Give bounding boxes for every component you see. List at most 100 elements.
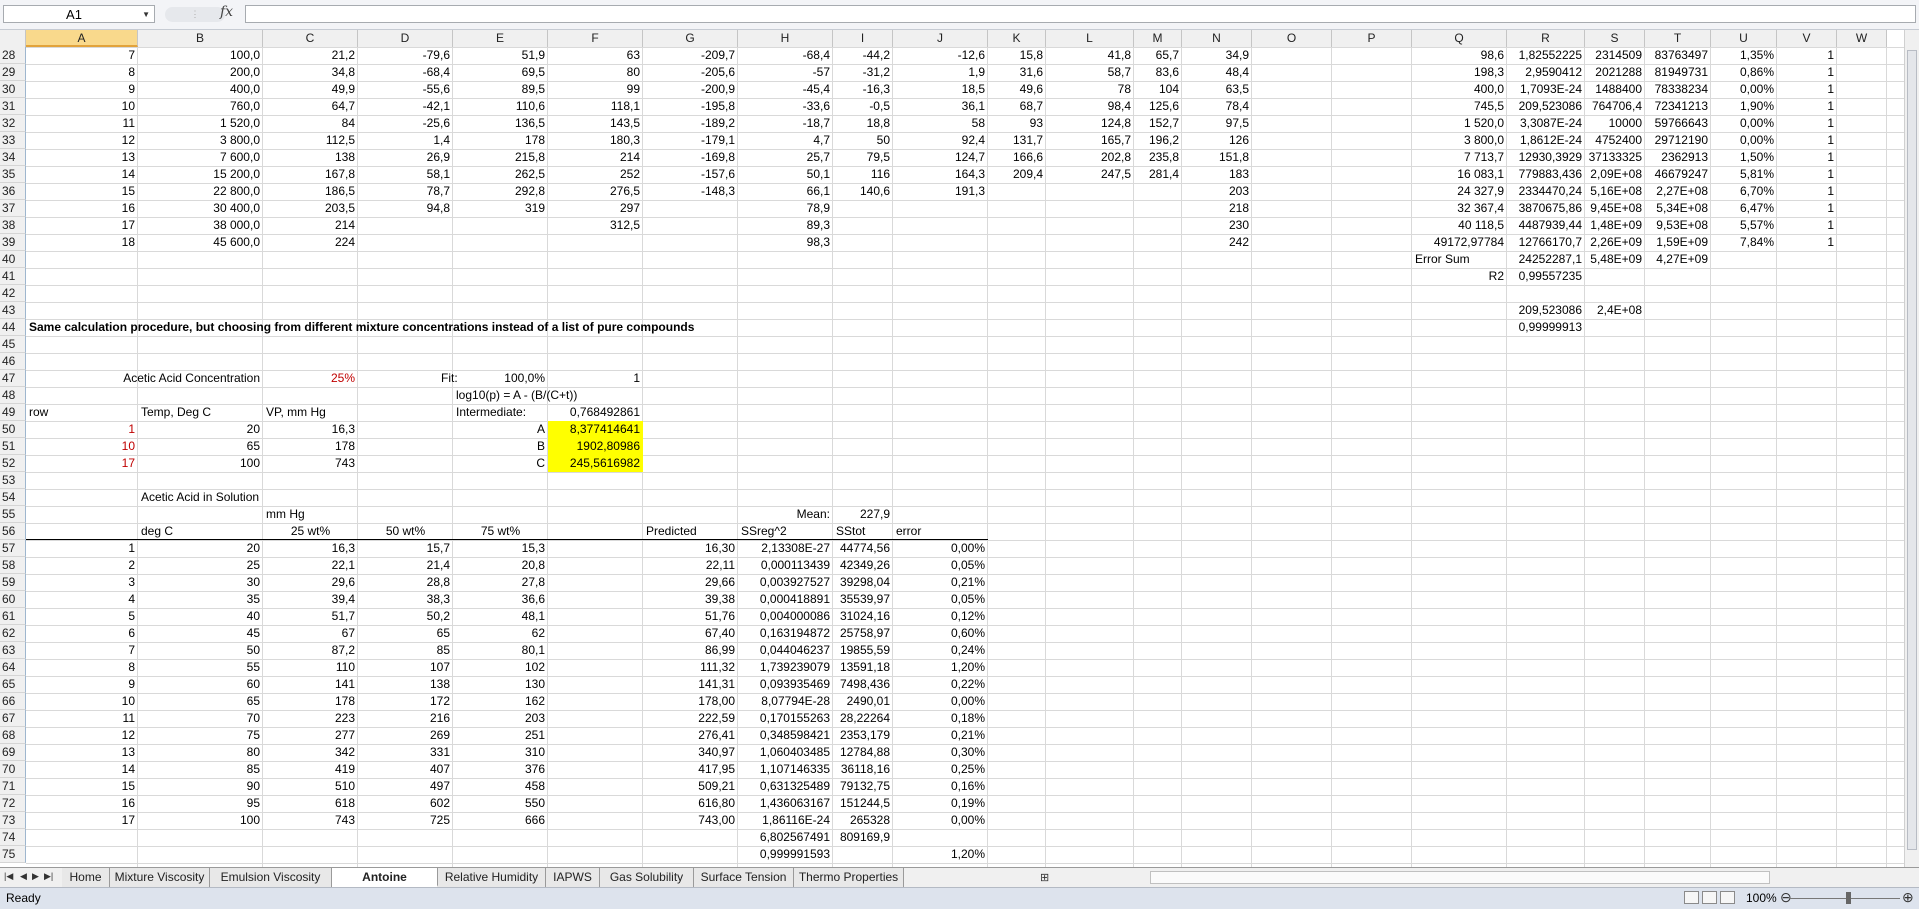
- pick-temp[interactable]: 65: [138, 438, 263, 455]
- data-cell[interactable]: 84: [263, 115, 358, 132]
- table-cell[interactable]: 55: [138, 659, 263, 676]
- data-cell[interactable]: 116: [833, 166, 893, 183]
- table-cell[interactable]: 40: [138, 608, 263, 625]
- data-cell[interactable]: -18,7: [738, 115, 833, 132]
- row-header-54[interactable]: 54: [0, 489, 26, 506]
- data-cell[interactable]: 58: [893, 115, 988, 132]
- table-cell[interactable]: 10: [26, 693, 138, 710]
- table-cell[interactable]: 4: [26, 591, 138, 608]
- data-cell[interactable]: 2,27E+08: [1645, 183, 1711, 200]
- horizontal-scrollbar[interactable]: [1150, 871, 1770, 884]
- data-cell[interactable]: 80: [548, 64, 643, 81]
- data-cell[interactable]: 191,3: [893, 183, 988, 200]
- data-cell[interactable]: 183: [1182, 166, 1252, 183]
- data-cell[interactable]: 49,6: [988, 81, 1046, 98]
- data-cell[interactable]: 94,8: [358, 200, 453, 217]
- table-cell[interactable]: 0,00%: [893, 540, 988, 557]
- header-ssreg[interactable]: SSreg^2: [738, 523, 833, 540]
- column-header-n[interactable]: N: [1182, 30, 1252, 47]
- data-cell[interactable]: 21,2: [263, 47, 358, 64]
- data-cell[interactable]: 1: [1777, 149, 1837, 166]
- select-all-corner[interactable]: [0, 30, 26, 47]
- row-header-30[interactable]: 30: [0, 81, 26, 98]
- data-cell[interactable]: 110,6: [453, 98, 548, 115]
- data-cell[interactable]: 18: [26, 234, 138, 251]
- data-cell[interactable]: 2362913: [1645, 149, 1711, 166]
- data-cell[interactable]: 58,7: [1046, 64, 1134, 81]
- data-cell[interactable]: 5,81%: [1711, 166, 1777, 183]
- data-cell[interactable]: 400,0: [1412, 81, 1507, 98]
- data-cell[interactable]: 252: [548, 166, 643, 183]
- row-header-52[interactable]: 52: [0, 455, 26, 472]
- data-cell[interactable]: 48,4: [1182, 64, 1252, 81]
- data-cell[interactable]: -44,2: [833, 47, 893, 64]
- data-cell[interactable]: 6,70%: [1711, 183, 1777, 200]
- data-cell[interactable]: 178: [453, 132, 548, 149]
- data-cell[interactable]: 5,57%: [1711, 217, 1777, 234]
- row-header-74[interactable]: 74: [0, 829, 26, 846]
- table-cell[interactable]: 45: [138, 625, 263, 642]
- row-header-72[interactable]: 72: [0, 795, 26, 812]
- data-cell[interactable]: 5,34E+08: [1645, 200, 1711, 217]
- table-cell[interactable]: 87,2: [263, 642, 358, 659]
- data-cell[interactable]: 247,5: [1046, 166, 1134, 183]
- data-cell[interactable]: 1: [1777, 47, 1837, 64]
- table-cell[interactable]: 277: [263, 727, 358, 744]
- table-cell[interactable]: 2490,01: [833, 693, 893, 710]
- data-cell[interactable]: 89,3: [738, 217, 833, 234]
- data-cell[interactable]: 1,35%: [1711, 47, 1777, 64]
- table-cell[interactable]: 265328: [833, 812, 893, 829]
- data-cell[interactable]: 2,4E+08: [1585, 302, 1645, 319]
- table-cell[interactable]: 269: [358, 727, 453, 744]
- row-header-75[interactable]: 75: [0, 846, 26, 863]
- table-cell[interactable]: 29,66: [643, 574, 738, 591]
- data-cell[interactable]: 15 200,0: [138, 166, 263, 183]
- header-underline[interactable]: [26, 523, 138, 540]
- data-cell[interactable]: 3870675,86: [1507, 200, 1585, 217]
- data-cell[interactable]: 32 367,4: [1412, 200, 1507, 217]
- data-cell[interactable]: -68,4: [358, 64, 453, 81]
- table-cell[interactable]: 550: [453, 795, 548, 812]
- row-header-34[interactable]: 34: [0, 149, 26, 166]
- data-cell[interactable]: 37133325: [1585, 149, 1645, 166]
- data-cell[interactable]: 131,7: [988, 132, 1046, 149]
- table-cell[interactable]: 616,80: [643, 795, 738, 812]
- row-header-42[interactable]: 42: [0, 285, 26, 302]
- row-header-66[interactable]: 66: [0, 693, 26, 710]
- data-cell[interactable]: 0,00%: [1711, 81, 1777, 98]
- row-header-37[interactable]: 37: [0, 200, 26, 217]
- table-cell[interactable]: 100: [138, 812, 263, 829]
- header-predicted[interactable]: Predicted: [643, 523, 738, 540]
- table-cell[interactable]: 11: [26, 710, 138, 727]
- table-cell[interactable]: 9: [26, 676, 138, 693]
- header-error[interactable]: error: [893, 523, 988, 540]
- data-cell[interactable]: 40 118,5: [1412, 217, 1507, 234]
- column-header-o[interactable]: O: [1252, 30, 1332, 47]
- data-cell[interactable]: 98,6: [1412, 47, 1507, 64]
- pick-row[interactable]: 10: [26, 438, 138, 455]
- data-cell[interactable]: 78,9: [738, 200, 833, 217]
- data-cell[interactable]: 81949731: [1645, 64, 1711, 81]
- table-cell[interactable]: 2353,179: [833, 727, 893, 744]
- data-cell[interactable]: 38 000,0: [138, 217, 263, 234]
- coef-label[interactable]: C: [453, 455, 548, 472]
- temp-label[interactable]: Temp, Deg C: [138, 404, 263, 421]
- vertical-scrollbar[interactable]: [1904, 30, 1919, 867]
- table-cell[interactable]: 1: [26, 540, 138, 557]
- column-header-m[interactable]: M: [1134, 30, 1182, 47]
- data-cell[interactable]: 242: [1182, 234, 1252, 251]
- solution-title[interactable]: Acetic Acid in Solution: [138, 489, 262, 506]
- table-cell[interactable]: 36,6: [453, 591, 548, 608]
- pick-row[interactable]: 1: [26, 421, 138, 438]
- data-cell[interactable]: 89,5: [453, 81, 548, 98]
- data-cell[interactable]: 112,5: [263, 132, 358, 149]
- table-cell[interactable]: 0,19%: [893, 795, 988, 812]
- data-cell[interactable]: 14: [26, 166, 138, 183]
- data-cell[interactable]: 1,50%: [1711, 149, 1777, 166]
- data-cell[interactable]: 152,7: [1134, 115, 1182, 132]
- table-cell[interactable]: 102: [453, 659, 548, 676]
- data-cell[interactable]: 224: [263, 234, 358, 251]
- data-cell[interactable]: 209,4: [988, 166, 1046, 183]
- data-cell[interactable]: 1,4: [358, 132, 453, 149]
- table-cell[interactable]: 0,348598421: [738, 727, 833, 744]
